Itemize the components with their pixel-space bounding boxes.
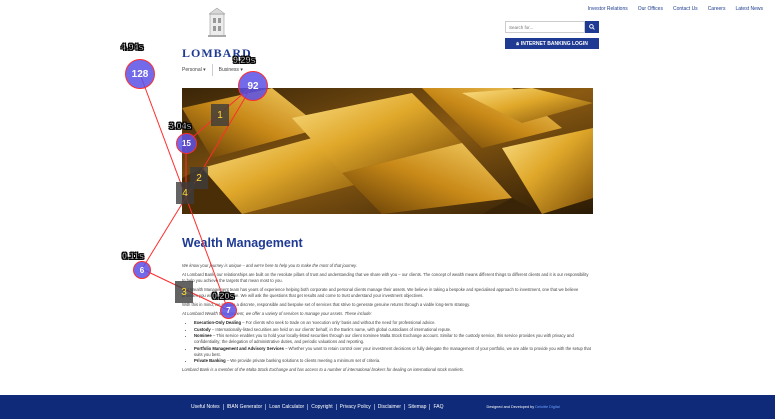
link-contact-us[interactable]: Contact Us	[673, 6, 698, 12]
services-intro: At Lombard Wealth Management, we offer a…	[182, 311, 372, 316]
service-name: Execution-Only Dealing	[194, 320, 242, 325]
list-item: Execution-Only Dealing – For clients who…	[194, 320, 593, 326]
paragraph-1: At Lombard Bank, our relationships are b…	[182, 272, 589, 283]
article-content: We know your journey is unique – and we'…	[182, 263, 593, 376]
fixation-circle-6: 6	[133, 261, 151, 279]
logo[interactable]: LOMBARD	[182, 6, 252, 61]
credit-link[interactable]: Deloitte Digital	[535, 405, 559, 409]
service-desc: – Internationally-listed securities are …	[210, 326, 452, 332]
internet-banking-login-button[interactable]: 🔒︎ INTERNET BANKING LOGIN	[505, 38, 599, 49]
top-links: Investor Relations Our Offices Contact U…	[588, 6, 763, 12]
link-latest-news[interactable]: Latest News	[735, 6, 763, 12]
link-careers[interactable]: Careers	[708, 6, 726, 12]
list-item: Nominee – This service enables you to ho…	[194, 333, 593, 345]
main-nav: Personal ▾ Business ▾	[182, 64, 243, 76]
footer-credit: Designed and Developed by Deloitte Digit…	[486, 405, 559, 409]
service-desc: – For clients who seek to trade on an 'e…	[241, 320, 436, 325]
link-investor-relations[interactable]: Investor Relations	[588, 6, 628, 12]
search-input[interactable]	[505, 21, 585, 33]
services-list: Execution-Only Dealing – For clients who…	[194, 320, 593, 364]
list-item: Portfolio Management and Advisory Servic…	[194, 346, 593, 358]
footer-link-copyright[interactable]: Copyright	[307, 404, 335, 410]
footer-link-sitemap[interactable]: Sitemap	[404, 404, 429, 410]
link-our-offices[interactable]: Our Offices	[638, 6, 663, 12]
fixation-label-128: 4.94s	[121, 42, 144, 53]
footer-link-faq[interactable]: FAQ	[429, 404, 446, 410]
hero-gold-bars-image	[182, 88, 593, 214]
footer-link-loan-calculator[interactable]: Loan Calculator	[265, 404, 307, 410]
search-icon	[589, 24, 595, 30]
service-name: Private Banking	[194, 358, 226, 363]
search-button[interactable]	[585, 21, 599, 33]
service-name: Nominee	[194, 333, 212, 338]
fixation-label-6: 0.11s	[122, 251, 145, 262]
list-item: Private Banking – We provide private ban…	[194, 358, 593, 364]
closing-text: Lombard Bank is a member of the Malta St…	[182, 367, 465, 372]
paragraph-3: With this in mind, we provide a discrete…	[182, 302, 471, 307]
footer-links: Useful Notes IBAN Generator Loan Calcula…	[188, 404, 446, 410]
service-name: Portfolio Management and Advisory Servic…	[194, 345, 284, 351]
intro-text: We know your journey is unique – and we'…	[182, 263, 357, 268]
paragraph-2: Our Wealth Management team has years of …	[182, 287, 579, 298]
service-name: Custody	[194, 326, 211, 332]
building-logo-icon	[208, 7, 226, 37]
credit-prefix: Designed and Developed by	[486, 405, 536, 409]
page: Investor Relations Our Offices Contact U…	[0, 0, 775, 419]
service-desc: – We provide private banking solutions t…	[225, 358, 381, 363]
search-bar	[505, 21, 599, 33]
footer-link-disclaimer[interactable]: Disclaimer	[373, 404, 404, 410]
footer: Useful Notes IBAN Generator Loan Calcula…	[0, 395, 775, 419]
page-title: Wealth Management	[182, 236, 303, 250]
login-label: INTERNET BANKING LOGIN	[520, 40, 588, 47]
service-desc: – This service enables you to hold your …	[194, 333, 574, 344]
footer-link-privacy-policy[interactable]: Privacy Policy	[335, 404, 374, 410]
lock-icon: 🔒︎	[516, 40, 519, 47]
footer-link-iban-generator[interactable]: IBAN Generator	[222, 404, 266, 410]
logo-text: LOMBARD	[182, 46, 252, 60]
nav-divider	[211, 64, 213, 76]
nav-business[interactable]: Business ▾	[219, 67, 243, 76]
list-item: Custody – Internationally-listed securit…	[194, 327, 593, 333]
fixation-circle-128: 128	[125, 59, 155, 89]
footer-link-useful-notes[interactable]: Useful Notes	[188, 404, 223, 410]
nav-personal[interactable]: Personal ▾	[182, 67, 206, 76]
